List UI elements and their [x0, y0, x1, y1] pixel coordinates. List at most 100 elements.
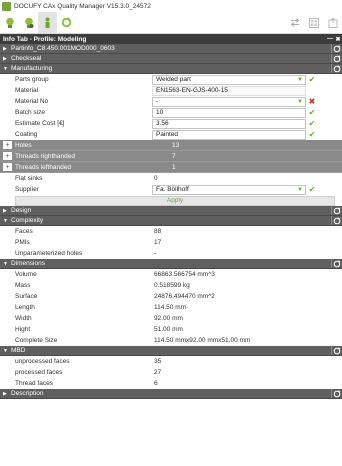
window-title: DOCUFY CAx Quality Manager V15.3.0_24572 — [14, 2, 151, 10]
refresh-section-button[interactable] — [331, 259, 342, 268]
volume-value: 66863.566754 mm^3 — [154, 271, 215, 278]
batch-size-label: Batch size — [15, 109, 45, 116]
refresh-section-button[interactable] — [331, 346, 342, 355]
section-label: Complexity — [11, 217, 44, 224]
export-icon — [328, 17, 337, 28]
coating-input[interactable]: Painted — [152, 129, 306, 140]
batch-size-row: Batch size 10 ✔ — [0, 107, 342, 118]
material-value: EN1563-EN-GJS-400-15 — [156, 87, 228, 94]
parts-group-select[interactable]: Welded part ▼ — [152, 74, 306, 85]
pmis-value: 17 — [154, 239, 162, 246]
length-label: Length — [15, 304, 35, 311]
section-description[interactable]: ▶ Description — [0, 389, 342, 399]
section-mbd[interactable]: ▼ MBD — [0, 346, 342, 356]
supplier-select[interactable]: Fa. Böllhoff ▼ — [152, 184, 306, 195]
error-x-icon: ✖ — [308, 97, 316, 106]
section-manufacturing[interactable]: ▼ Manufacturing — [0, 64, 342, 74]
info-tab-header: Info Tab - Profile: Modeling — ✖ — [0, 34, 342, 44]
faces-value: 88 — [154, 228, 162, 235]
section-checkseal[interactable]: ▶ Checkseal — [0, 54, 342, 64]
expand-plus-icon[interactable]: + — [3, 152, 12, 160]
expand-plus-icon[interactable]: + — [3, 163, 12, 171]
refresh-section-button[interactable] — [331, 206, 342, 215]
transfer-button[interactable] — [285, 12, 304, 33]
export-button[interactable] — [323, 12, 342, 33]
mass-label: Mass — [15, 282, 31, 289]
batch-size-input[interactable]: 10 — [152, 107, 306, 118]
expanded-arrow-icon: ▼ — [3, 347, 8, 354]
grid-icon — [308, 17, 319, 28]
thread-faces-row: Thread faces 6 — [0, 378, 342, 389]
apply-row: Apply — [0, 195, 342, 206]
refresh-section-button[interactable] — [331, 64, 342, 73]
flat-sinks-row: Flat sinks 0 — [0, 173, 342, 184]
parts-group-value: Welded part — [156, 76, 191, 83]
unprocessed-faces-value: 35 — [154, 358, 162, 365]
apply-button[interactable]: Apply — [15, 195, 335, 206]
parts-group-row: Parts group Welded part ▼ ✔ — [0, 74, 342, 85]
thread-faces-value: 6 — [154, 380, 158, 387]
surface-value: 24876.494470 mm^2 — [154, 293, 215, 300]
material-field: EN1563-EN-GJS-400-15 — [152, 85, 306, 96]
holes-value: 13 — [172, 141, 180, 149]
refresh-section-button[interactable] — [331, 54, 342, 63]
minimize-button[interactable]: — — [326, 36, 334, 42]
collapsed-arrow-icon: ▶ — [3, 207, 7, 214]
section-dimensions[interactable]: ▼ Dimensions — [0, 259, 342, 269]
faces-label: Faces — [15, 228, 33, 235]
section-label: Manufacturing — [11, 65, 53, 72]
expand-plus-icon[interactable]: + — [3, 141, 12, 149]
material-no-select[interactable]: - ▼ — [152, 96, 306, 107]
refresh-section-button[interactable] — [331, 389, 342, 398]
refresh-section-button[interactable] — [331, 216, 342, 225]
material-no-label: Material No — [15, 98, 49, 105]
volume-row: Volume 66863.566754 mm^3 — [0, 269, 342, 280]
unprocessed-faces-row: unprocessed faces 35 — [0, 356, 342, 367]
section-design[interactable]: ▶ Design — [0, 206, 342, 216]
material-no-row: Material No - ▼ ✖ — [0, 96, 342, 107]
person-active-icon — [45, 17, 50, 28]
coating-row: Coating Painted ✔ — [0, 129, 342, 140]
parts-group-label: Parts group — [15, 76, 49, 83]
grid-button[interactable] — [304, 12, 323, 33]
section-complexity[interactable]: ▼ Complexity — [0, 216, 342, 226]
expanded-arrow-icon: ▼ — [3, 217, 8, 224]
lightbulb-settings-icon — [24, 17, 33, 28]
material-row: Material EN1563-EN-GJS-400-15 — [0, 85, 342, 96]
threads-righthanded-value: 7 — [172, 152, 176, 160]
expanded-arrow-icon: ▼ — [3, 260, 8, 267]
supplier-label: Supplier — [15, 186, 39, 193]
lightbulb-button[interactable] — [0, 12, 19, 33]
lightbulb-settings-button[interactable] — [19, 12, 38, 33]
supplier-row: Supplier Fa. Böllhoff ▼ ✔ — [0, 184, 342, 195]
close-button[interactable]: ✖ — [334, 36, 342, 43]
pmis-label: PMIs — [15, 239, 30, 246]
refresh-section-button[interactable] — [331, 44, 342, 53]
threads-righthanded-row[interactable]: + Threads righthanded 7 — [0, 151, 342, 162]
collapsed-arrow-icon: ▶ — [3, 390, 7, 397]
holes-row[interactable]: + Holes 13 — [0, 140, 342, 151]
section-label: MBD — [11, 347, 26, 354]
pmis-row: PMIs 17 — [0, 237, 342, 248]
person-button[interactable] — [38, 12, 57, 33]
chevron-down-icon: ▼ — [297, 186, 303, 193]
processed-faces-label: processed faces — [15, 369, 63, 376]
surface-row: Surface 24876.494470 mm^2 — [0, 291, 342, 302]
refresh-button[interactable] — [57, 12, 76, 33]
check-icon: ✔ — [308, 185, 316, 194]
width-value: 92.00 mm — [154, 315, 183, 322]
estimate-cost-input[interactable]: 3.56 — [152, 118, 306, 129]
refresh-icon — [333, 389, 341, 397]
complete-size-value: 114.50 mmx92.00 mmx51.00 mm — [154, 337, 251, 344]
mass-row: Mass 0.518599 kg — [0, 280, 342, 291]
lightbulb-icon — [5, 17, 14, 28]
unprocessed-faces-label: unprocessed faces — [15, 358, 70, 365]
section-partinfo[interactable]: ▶ Partinfo_C8.450.001MOD000_0603 — [0, 44, 342, 54]
refresh-icon — [333, 54, 341, 62]
material-label: Material — [15, 87, 39, 94]
threads-lefthanded-row[interactable]: + Threads lefthanded 1 — [0, 162, 342, 173]
hight-label: Hight — [15, 326, 31, 333]
supplier-value: Fa. Böllhoff — [156, 186, 189, 193]
transfer-icon — [290, 18, 299, 27]
volume-label: Volume — [15, 271, 37, 278]
